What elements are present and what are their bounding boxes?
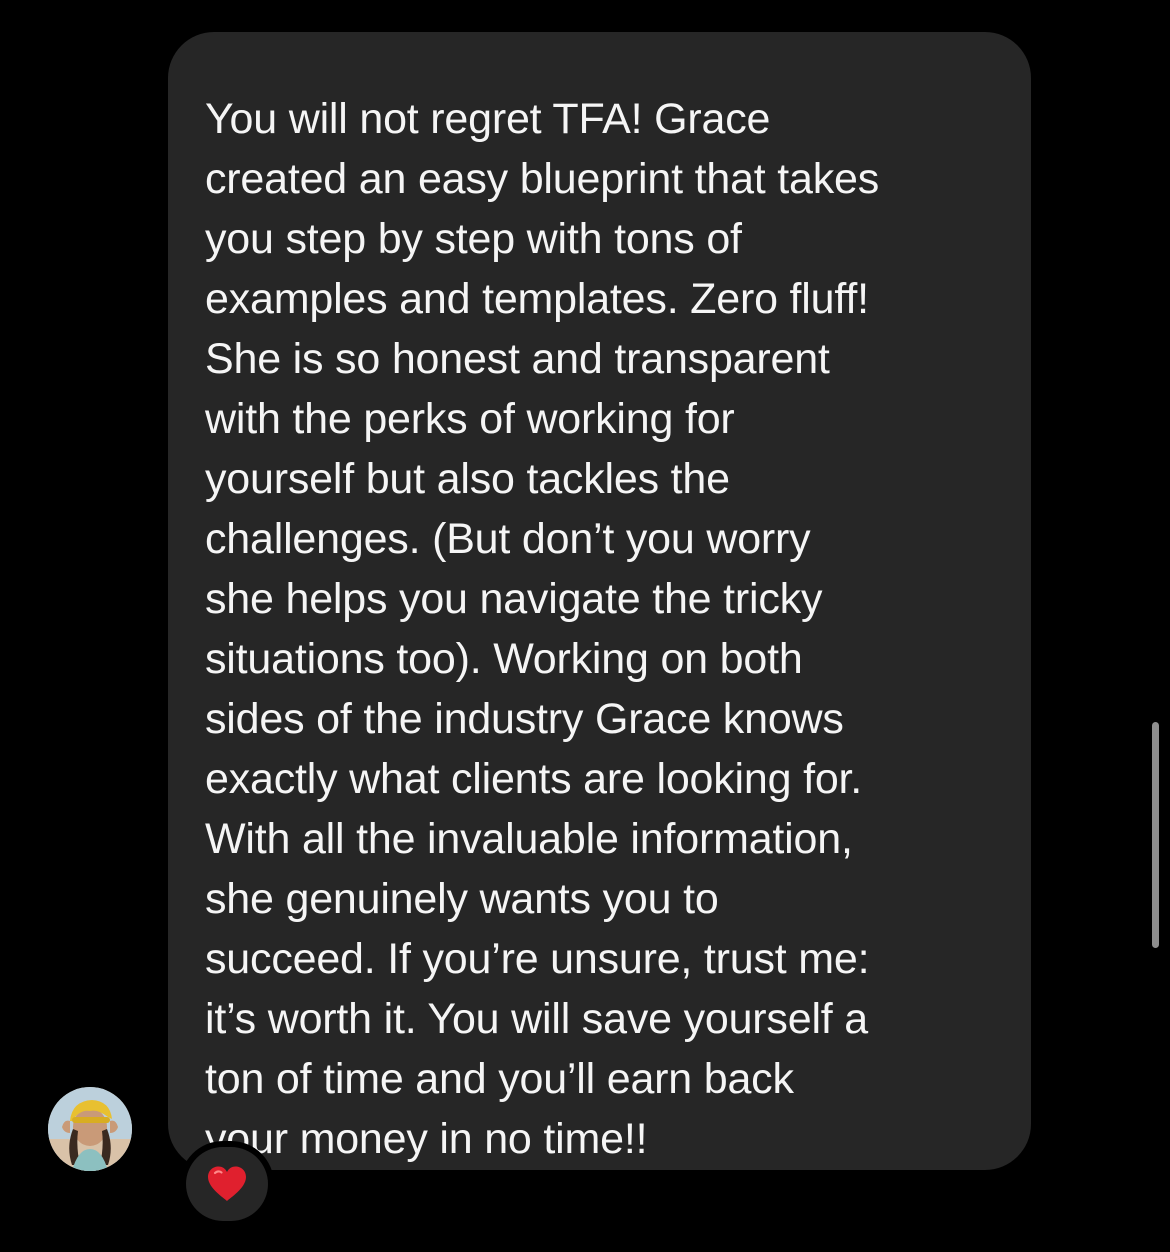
message-text: You will not regret TFA! Grace created a… <box>205 95 880 1163</box>
message-thread[interactable]: You will not regret TFA! Grace created a… <box>0 0 1170 1252</box>
scrollbar[interactable] <box>1152 722 1159 948</box>
reaction-badge[interactable] <box>180 1141 274 1227</box>
profile-photo-icon <box>48 1087 132 1171</box>
sender-avatar[interactable] <box>48 1087 132 1171</box>
received-message-bubble[interactable]: You will not regret TFA! Grace created a… <box>168 32 1031 1170</box>
red-heart-icon <box>208 1166 246 1201</box>
reaction-pill[interactable] <box>186 1147 268 1221</box>
